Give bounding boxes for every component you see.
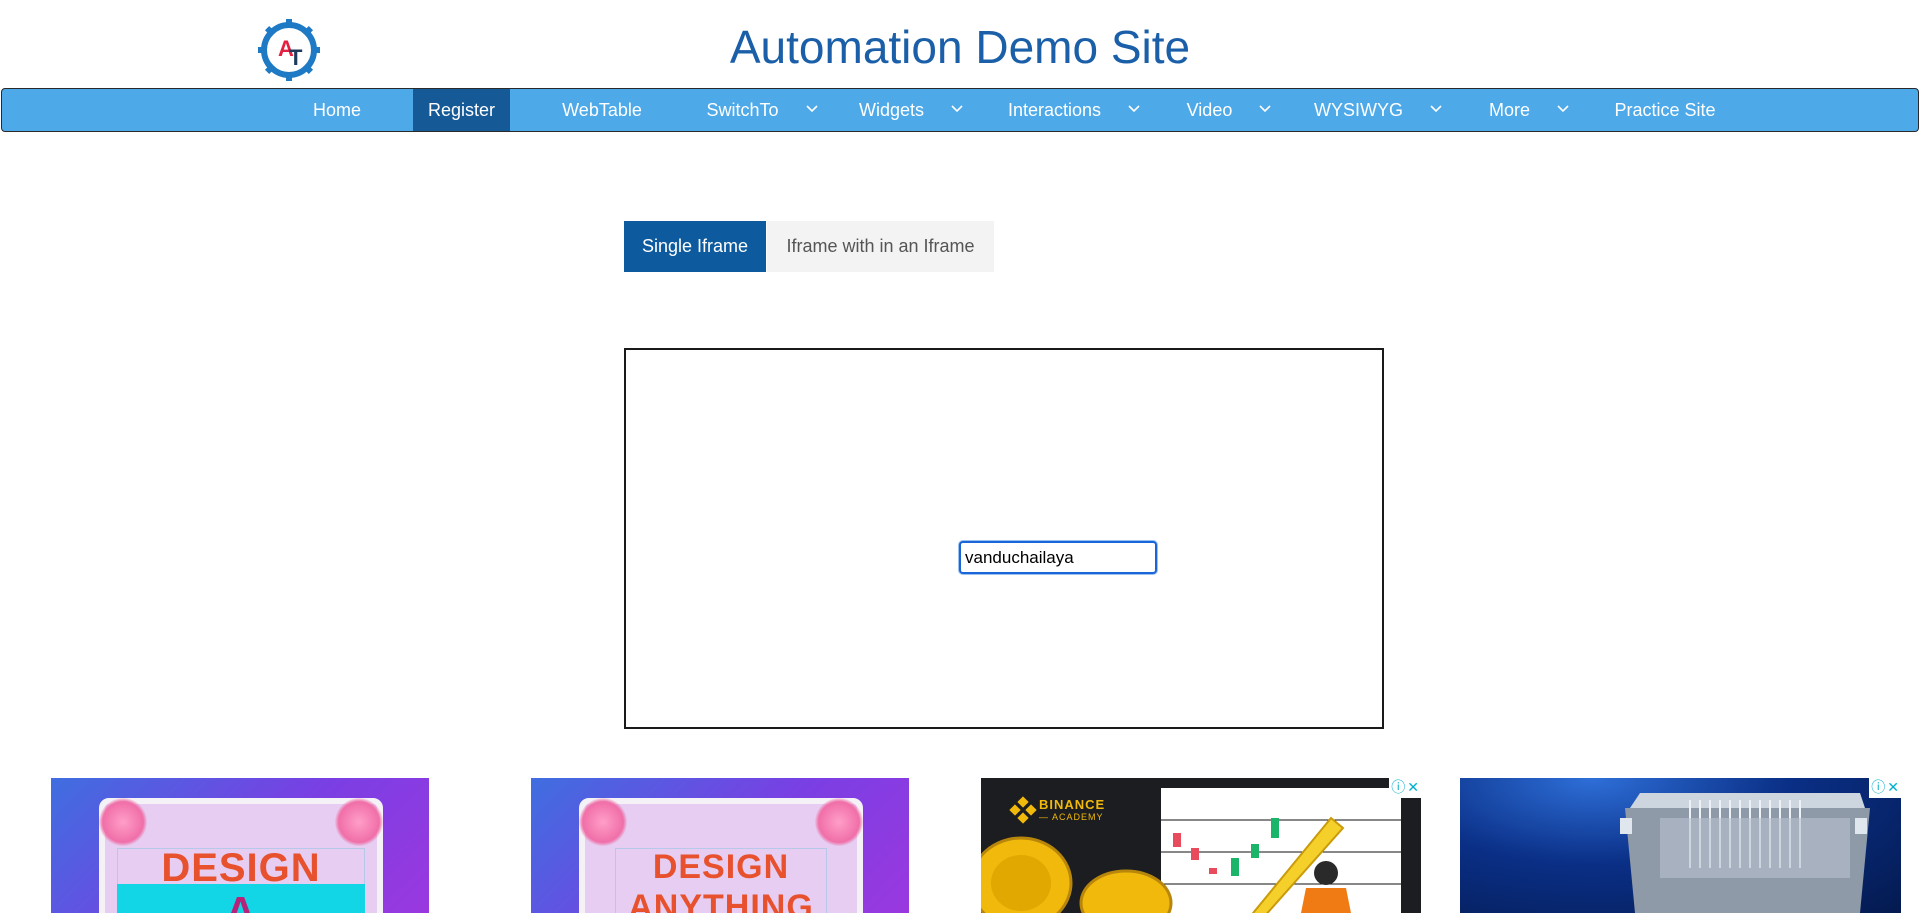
nav-practice-site[interactable]: Practice Site bbox=[1604, 89, 1726, 131]
flower-decoration bbox=[99, 798, 147, 846]
tab-nested-iframe[interactable]: Iframe with in an Iframe bbox=[767, 221, 994, 272]
flower-decoration bbox=[815, 798, 863, 846]
ad-close-icon[interactable]: ✕ bbox=[1407, 778, 1419, 798]
nav-video[interactable]: Video bbox=[1182, 89, 1276, 131]
nav-register[interactable]: Register bbox=[413, 89, 510, 131]
ad-binance-brand: BINANCE bbox=[1039, 797, 1106, 812]
nav-home-label: Home bbox=[312, 100, 361, 120]
flower-decoration bbox=[579, 798, 627, 846]
ad-design-card: DESIGN ANYTHING bbox=[579, 798, 863, 913]
flower-decoration bbox=[335, 798, 383, 846]
chevron-down-icon bbox=[1128, 105, 1140, 113]
nav-interactions[interactable]: Interactions bbox=[1004, 89, 1144, 131]
ad-choices[interactable]: ⓘ ✕ bbox=[1869, 778, 1901, 798]
nav-video-label: Video bbox=[1186, 100, 1233, 120]
chevron-down-icon bbox=[1259, 105, 1271, 113]
nav-webtable[interactable]: WebTable bbox=[550, 89, 654, 131]
ad-design-text: DESIGN bbox=[652, 848, 790, 886]
chevron-down-icon bbox=[805, 105, 818, 113]
ad-banner-design-2[interactable]: DESIGN ANYTHING bbox=[531, 778, 909, 913]
single-iframe-frame bbox=[624, 348, 1384, 729]
nav-register-label: Register bbox=[427, 100, 496, 120]
ad-info-icon[interactable]: ⓘ bbox=[1391, 778, 1405, 798]
nav-more[interactable]: More bbox=[1484, 89, 1574, 131]
ad-choices[interactable]: ⓘ ✕ bbox=[1389, 778, 1421, 798]
tab-single-iframe[interactable]: Single Iframe bbox=[624, 221, 766, 272]
iframe-text-input[interactable] bbox=[959, 541, 1157, 574]
ad-banner-binance[interactable]: BINANCE — ACADEMY ⓘ ✕ bbox=[981, 778, 1421, 913]
nav-interactions-label: Interactions bbox=[1007, 100, 1102, 120]
nav-more-label: More bbox=[1488, 100, 1530, 120]
nav-home[interactable]: Home bbox=[300, 89, 374, 131]
ad-design-card: DESIGN A bbox=[99, 798, 383, 913]
site-header: A T Automation Demo Site bbox=[0, 0, 1920, 88]
chevron-down-icon bbox=[1557, 105, 1569, 113]
nav-widgets-label: Widgets bbox=[858, 100, 924, 120]
ad-binance-sub: — ACADEMY bbox=[1039, 812, 1104, 822]
ad-banner-hardware[interactable]: ⓘ ✕ bbox=[1460, 778, 1901, 913]
nav-wysiwyg-label: WYSIWYG bbox=[1313, 100, 1403, 120]
ad-design-text-line2: ANYTHING bbox=[628, 888, 814, 913]
site-title: Automation Demo Site bbox=[729, 21, 1191, 73]
ad-info-icon[interactable]: ⓘ bbox=[1871, 778, 1885, 798]
ad-design-text-line2: A bbox=[225, 888, 257, 913]
binance-logo-icon bbox=[1009, 796, 1037, 824]
ad-design-text: DESIGN bbox=[161, 846, 321, 890]
chevron-down-icon bbox=[951, 105, 963, 113]
nav-wysiwyg[interactable]: WYSIWYG bbox=[1313, 89, 1443, 131]
nav-webtable-label: WebTable bbox=[562, 100, 642, 120]
main-navbar: Home Register WebTable SwitchTo Widgets … bbox=[1, 88, 1919, 132]
ad-hardware-artwork bbox=[1620, 793, 1870, 913]
nav-switchto-label: SwitchTo bbox=[706, 100, 779, 120]
nav-practice-site-label: Practice Site bbox=[1614, 100, 1716, 120]
chevron-down-icon bbox=[1430, 105, 1442, 113]
ad-close-icon[interactable]: ✕ bbox=[1887, 778, 1899, 798]
nav-switchto[interactable]: SwitchTo bbox=[702, 89, 822, 131]
nav-widgets[interactable]: Widgets bbox=[856, 89, 966, 131]
ad-banner-design-1[interactable]: DESIGN A bbox=[51, 778, 429, 913]
